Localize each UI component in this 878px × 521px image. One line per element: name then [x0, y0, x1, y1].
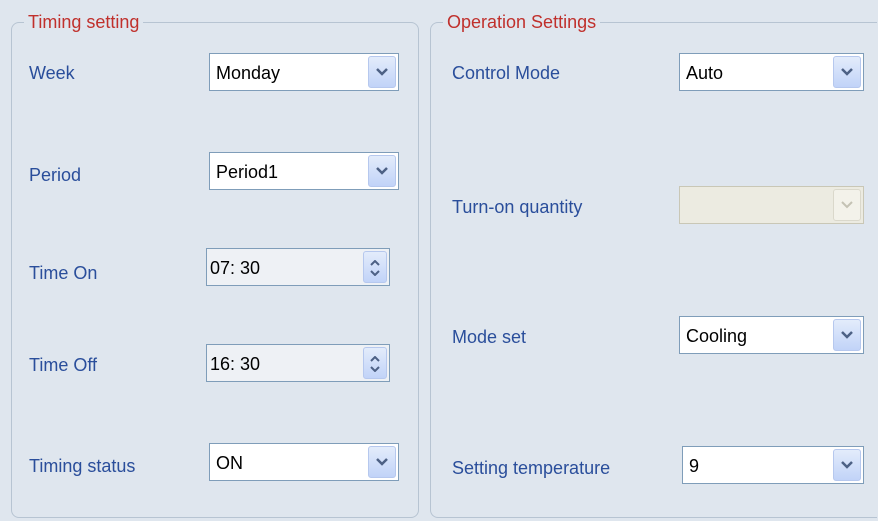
chevron-down-icon	[376, 167, 388, 175]
period-select[interactable]: Period1	[209, 152, 399, 190]
time-off-spin-buttons[interactable]	[363, 347, 387, 379]
time-on-spinbox[interactable]: 07: 30	[206, 248, 390, 286]
chevron-down-icon	[841, 331, 853, 339]
mode-set-select[interactable]: Cooling	[679, 316, 864, 354]
time-on-spin-buttons[interactable]	[363, 251, 387, 283]
timing-status-value: ON	[216, 453, 243, 473]
mode-set-value: Cooling	[686, 326, 748, 346]
spin-down-icon	[370, 366, 380, 372]
chevron-down-icon	[841, 461, 853, 469]
setting-temperature-label: Setting temperature	[452, 458, 611, 478]
control-mode-dropdown-button[interactable]	[833, 56, 861, 88]
time-on-value: 07: 30	[210, 258, 261, 278]
time-on-label: Time On	[29, 263, 98, 283]
chevron-down-icon	[376, 458, 388, 466]
mode-set-label: Mode set	[452, 327, 527, 347]
period-label: Period	[29, 165, 82, 185]
setting-temperature-dropdown-button[interactable]	[833, 449, 861, 481]
timing-setting-title: Timing setting	[24, 11, 144, 33]
week-value: Monday	[216, 63, 281, 83]
setting-temperature-select[interactable]: 9	[682, 446, 864, 484]
turn-on-quantity-dropdown-button[interactable]	[833, 189, 861, 221]
period-value: Period1	[216, 162, 279, 182]
time-off-value: 16: 30	[210, 354, 261, 374]
time-off-spinbox[interactable]: 16: 30	[206, 344, 390, 382]
operation-settings-group: Operation Settings	[430, 11, 877, 518]
control-mode-value: Auto	[686, 63, 724, 83]
week-select[interactable]: Monday	[209, 53, 399, 91]
chevron-down-icon	[841, 68, 853, 76]
time-off-label: Time Off	[29, 355, 98, 375]
mode-set-dropdown-button[interactable]	[833, 319, 861, 351]
chevron-down-icon	[841, 201, 853, 209]
turn-on-quantity-select[interactable]	[679, 186, 864, 224]
timing-status-label: Timing status	[29, 456, 136, 476]
week-dropdown-button[interactable]	[368, 56, 396, 88]
timing-status-select[interactable]: ON	[209, 443, 399, 481]
operation-settings-title: Operation Settings	[443, 11, 601, 33]
timing-status-dropdown-button[interactable]	[368, 446, 396, 478]
turn-on-quantity-label: Turn-on quantity	[452, 197, 583, 217]
week-label: Week	[29, 63, 75, 83]
spin-down-icon	[370, 270, 380, 276]
control-mode-label: Control Mode	[452, 63, 561, 83]
spin-up-icon	[370, 356, 380, 362]
chevron-down-icon	[376, 68, 388, 76]
spin-up-icon	[370, 260, 380, 266]
setting-temperature-value: 9	[689, 456, 700, 476]
period-dropdown-button[interactable]	[368, 155, 396, 187]
control-mode-select[interactable]: Auto	[679, 53, 864, 91]
